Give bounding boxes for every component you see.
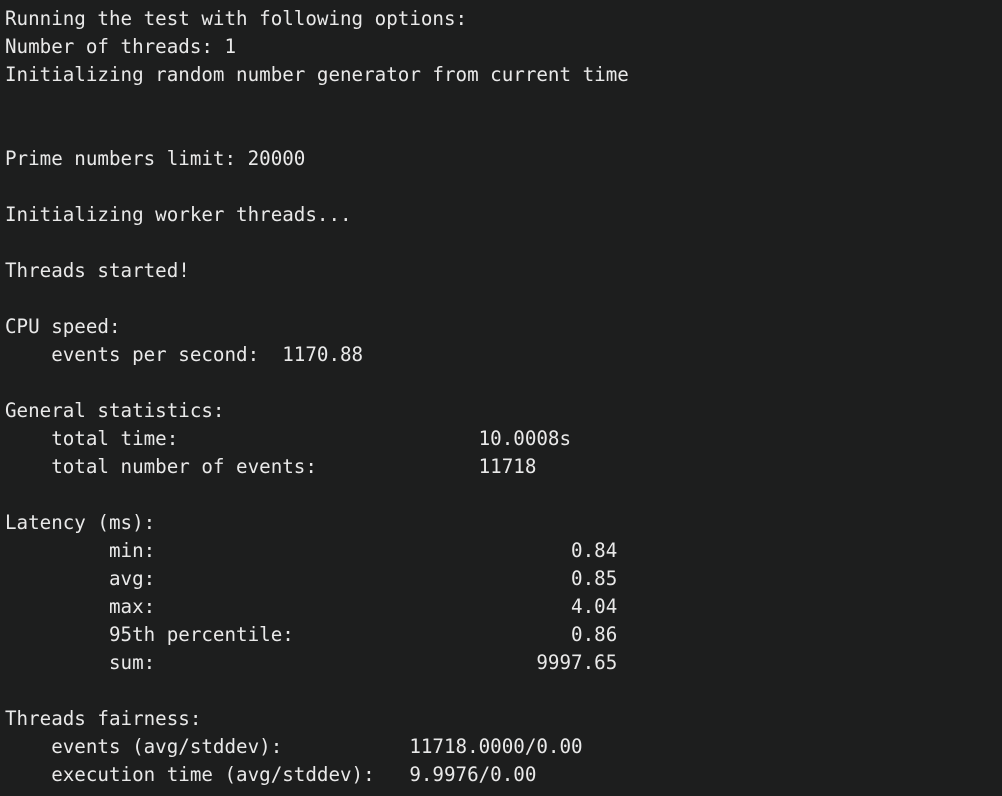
total-events-row: total number of events: 11718 [5, 455, 537, 478]
output-line: Running the test with following options: [5, 7, 468, 30]
output-line: Initializing random number generator fro… [5, 63, 629, 86]
output-line: Number of threads: 1 [5, 35, 237, 58]
output-line: Prime numbers limit: 20000 [5, 147, 306, 170]
latency-avg-row: avg: 0.85 [5, 567, 618, 590]
events-per-second-row: events per second: 1170.88 [5, 343, 364, 366]
output-line-blank [5, 285, 1002, 313]
terminal-output-pane[interactable]: Running the test with following options:… [0, 0, 1002, 796]
fairness-events-row: events (avg/stddev): 11718.0000/0.00 [5, 735, 583, 758]
cpu-speed-section-title: CPU speed: [5, 315, 121, 338]
total-time-row: total time: 10.0008s [5, 427, 572, 450]
output-line: Initializing worker threads... [5, 203, 352, 226]
output-line-blank [5, 229, 1002, 257]
output-line-blank [5, 89, 1002, 117]
latency-max-row: max: 4.04 [5, 595, 618, 618]
output-line-blank [5, 117, 1002, 145]
latency-section-title: Latency (ms): [5, 511, 156, 534]
latency-p95-row: 95th percentile: 0.86 [5, 623, 618, 646]
output-line-blank [5, 481, 1002, 509]
output-line-blank [5, 369, 1002, 397]
output-line: Threads started! [5, 259, 190, 282]
threads-fairness-section-title: Threads fairness: [5, 707, 202, 730]
latency-min-row: min: 0.84 [5, 539, 618, 562]
output-line-blank [5, 677, 1002, 705]
fairness-execution-time-row: execution time (avg/stddev): 9.9976/0.00 [5, 763, 537, 786]
output-line-blank [5, 173, 1002, 201]
latency-sum-row: sum: 9997.65 [5, 651, 618, 674]
general-statistics-section-title: General statistics: [5, 399, 225, 422]
